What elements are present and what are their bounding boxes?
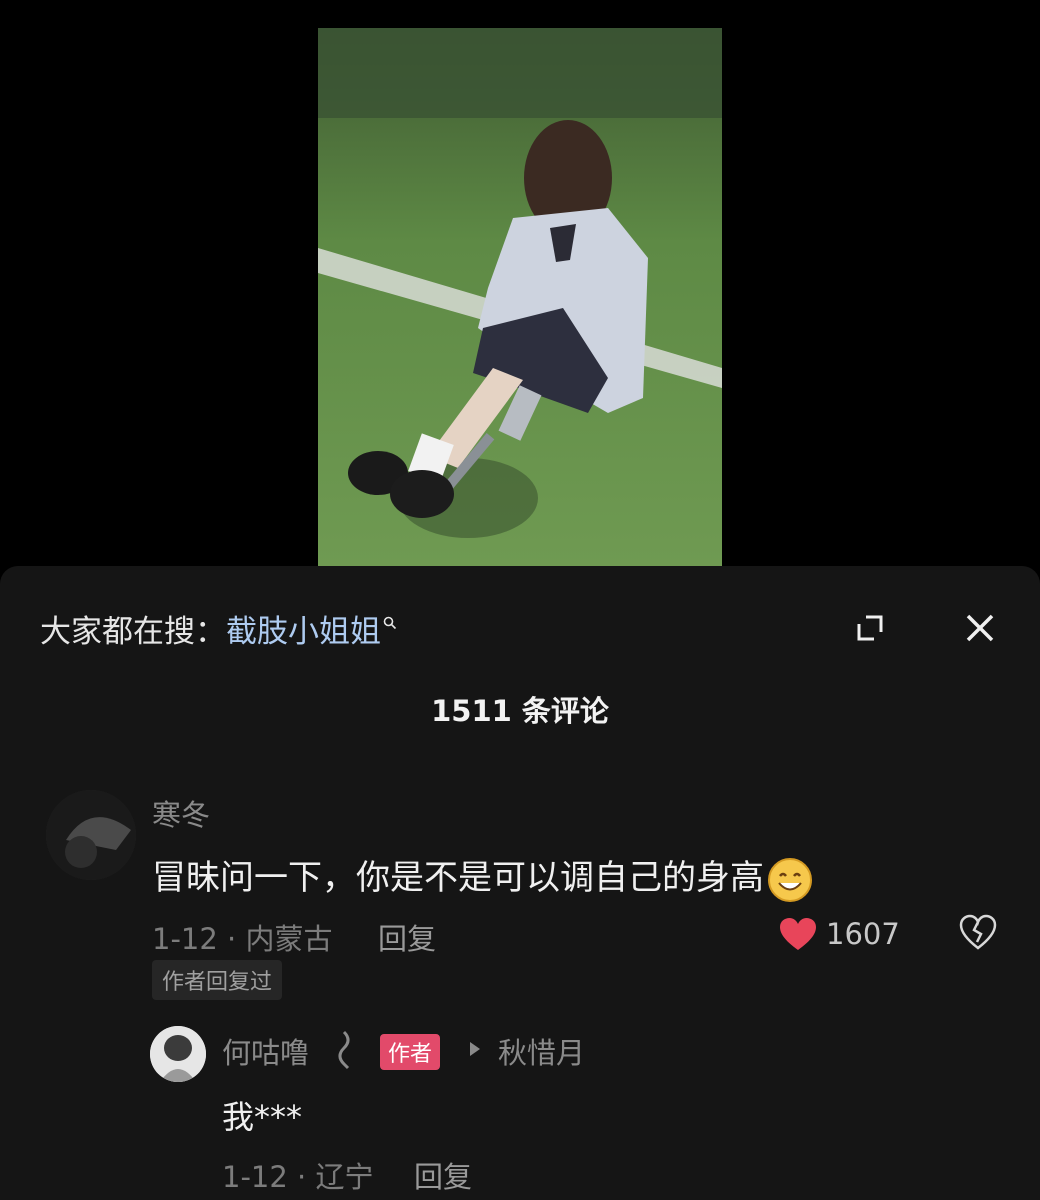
avatar[interactable] (46, 790, 136, 880)
comment-text: 冒昧问一下，你是不是可以调自己的身高 (152, 850, 814, 904)
comment-count-title: 1511 条评论 (431, 694, 609, 728)
close-icon[interactable] (962, 610, 998, 646)
avatar-image (46, 790, 136, 880)
video-image (318, 28, 722, 566)
reply-arrow-icon (470, 1042, 480, 1056)
search-icon (383, 616, 397, 630)
comment-meta: 1-12 · 内蒙古 (152, 922, 333, 956)
reply-text: 我*** (222, 1098, 303, 1136)
like-count: 1607 (826, 917, 900, 951)
reply-button[interactable]: 回复 (378, 916, 436, 958)
video-area[interactable] (0, 0, 1040, 580)
heart-icon (780, 918, 816, 950)
reply-username[interactable]: 何咕噜 (222, 1030, 309, 1072)
search-suggestion[interactable]: 大家都在搜：截肢小姐姐 (40, 612, 397, 652)
search-suggestion-term[interactable]: 截肢小姐姐 (226, 614, 381, 650)
comment-body: 冒昧问一下，你是不是可以调自己的身高 (152, 858, 764, 898)
reply-reply-button[interactable]: 回复 (414, 1154, 472, 1196)
video-frame[interactable] (318, 28, 722, 566)
reply-avatar-image (150, 1026, 206, 1082)
reply-to-username[interactable]: 秋惜月 (498, 1030, 585, 1072)
comment-username[interactable]: 寒冬 (152, 792, 210, 834)
broken-heart-icon[interactable] (958, 912, 998, 952)
author-badge: 作者 (380, 1034, 441, 1070)
reply-meta: 1-12 · 辽宁 (222, 1160, 374, 1194)
decoration-icon (338, 1030, 350, 1070)
search-suggestion-prefix: 大家都在搜： (40, 614, 226, 650)
reply-avatar[interactable] (150, 1026, 206, 1082)
author-replied-tag[interactable]: 作者回复过 (152, 960, 283, 1000)
comments-panel: 大家都在搜：截肢小姐姐 1511 条评论 寒冬 冒昧问一下，你是不是可以调自己的… (0, 566, 1040, 1200)
like-button[interactable]: 1607 (778, 914, 900, 954)
smile-emoji-icon (768, 857, 812, 902)
expand-icon[interactable] (852, 610, 888, 646)
